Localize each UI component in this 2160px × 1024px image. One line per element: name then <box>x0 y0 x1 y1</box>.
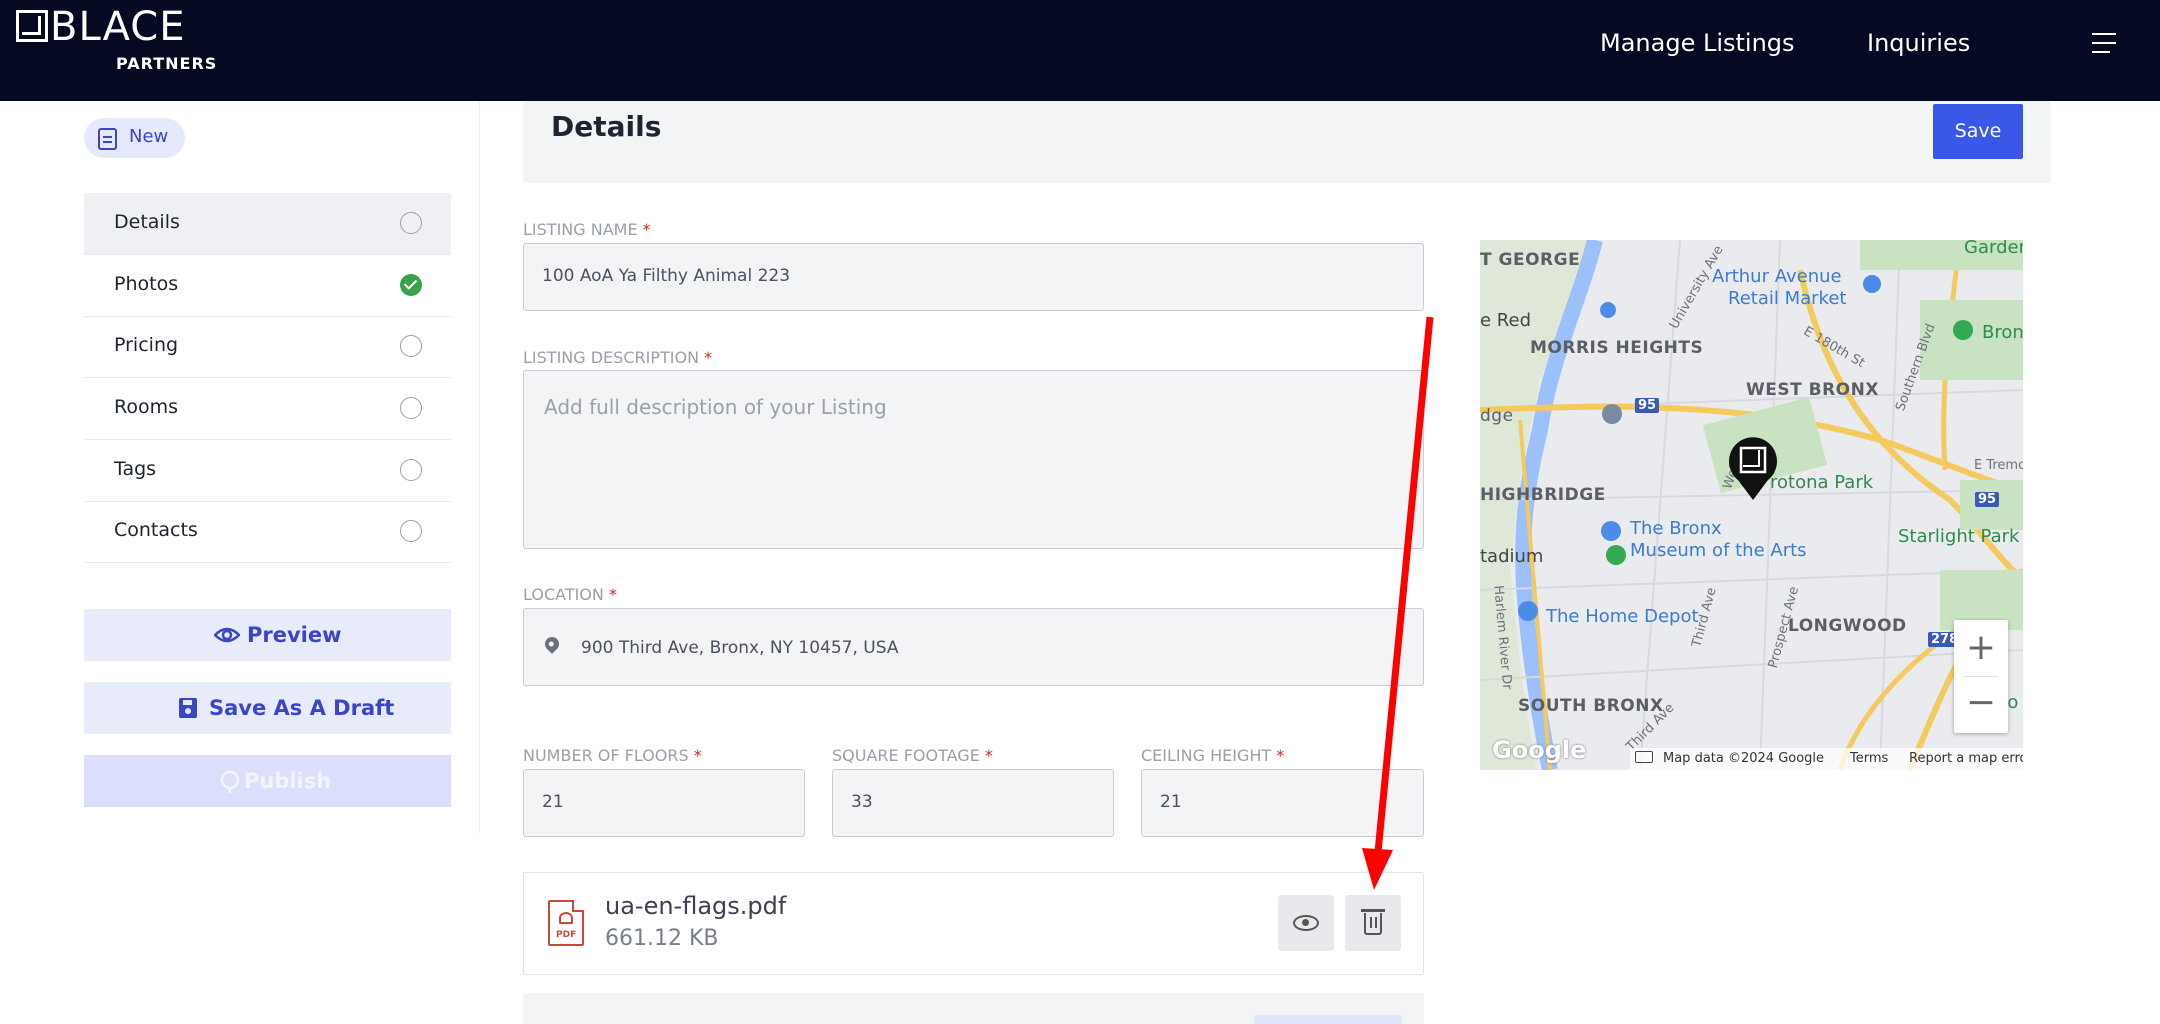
required-mark: * <box>984 746 993 765</box>
map-poi-icons <box>1518 275 1973 621</box>
empty-circle-icon <box>400 520 422 542</box>
step-label: Photos <box>114 273 179 295</box>
check-circle-icon <box>400 274 422 296</box>
empty-circle-icon <box>400 335 422 357</box>
ceiling-height-label: CEILING HEIGHT * <box>1141 746 1284 765</box>
publish-button[interactable]: Publish <box>84 755 451 807</box>
floppy-icon <box>179 698 197 718</box>
listing-name-input[interactable]: 100 AoA Ya Filthy Animal 223 <box>523 243 1424 311</box>
location-value: 900 Third Ave, Bronx, NY 10457, USA <box>581 638 899 658</box>
new-listing-button[interactable]: New <box>84 118 185 158</box>
google-logo: Google <box>1492 736 1587 764</box>
step-label: Pricing <box>114 334 179 356</box>
hamburger-icon[interactable] <box>2092 33 2116 53</box>
map-attribution: Map data ©2024 Google Terms Report a map… <box>1630 748 2023 770</box>
step-label: Rooms <box>114 396 179 418</box>
label-text: SQUARE FOOTAGE <box>832 746 980 765</box>
required-mark: * <box>608 585 617 604</box>
floors-label: NUMBER OF FLOORS * <box>523 746 702 765</box>
ceiling-height-input[interactable]: 21 <box>1141 769 1424 837</box>
file-size: 661.12 KB <box>605 926 719 951</box>
required-mark: * <box>693 746 702 765</box>
empty-circle-icon <box>400 397 422 419</box>
eye-icon <box>1293 915 1319 931</box>
listing-name-label: LISTING NAME * <box>523 220 651 239</box>
publish-label: Publish <box>244 769 332 793</box>
rocket-icon <box>220 770 240 793</box>
square-footage-label: SQUARE FOOTAGE * <box>832 746 993 765</box>
zoom-out-button[interactable]: − <box>1954 677 2008 733</box>
page-title: Details <box>551 110 662 143</box>
brand-subtitle: PARTNERS <box>116 54 218 73</box>
listing-description-placeholder: Add full description of your Listing <box>544 395 887 419</box>
trash-icon <box>1361 909 1385 935</box>
top-navbar: BLACE PARTNERS Manage Listings Inquiries <box>0 0 2160 101</box>
zoom-in-button[interactable]: + <box>1954 620 2008 676</box>
location-label: LOCATION * <box>523 585 617 604</box>
nav-manage-listings[interactable]: Manage Listings <box>1600 29 1795 57</box>
square-footage-value: 33 <box>851 792 873 812</box>
step-contacts[interactable]: Contacts <box>84 501 451 563</box>
new-button-label: New <box>129 126 169 147</box>
pdf-icon-text: PDF <box>556 930 577 940</box>
step-rooms[interactable]: Rooms <box>84 378 451 440</box>
required-mark: * <box>642 220 651 239</box>
step-tags[interactable]: Tags <box>84 440 451 502</box>
label-text: LISTING DESCRIPTION <box>523 348 700 367</box>
logo-mark-icon <box>16 10 48 42</box>
next-section-card <box>523 993 1424 1024</box>
step-label: Tags <box>114 458 157 480</box>
location-map[interactable]: T GEORGE Arthur Avenue Retail Market Gar… <box>1480 240 2023 770</box>
step-label: Details <box>114 211 180 233</box>
details-header: Details <box>523 101 2051 183</box>
new-document-icon <box>98 128 117 150</box>
nav-inquiries[interactable]: Inquiries <box>1867 29 1970 57</box>
eye-icon <box>214 627 240 643</box>
ceiling-height-value: 21 <box>1160 792 1182 812</box>
save-button[interactable]: Save <box>1933 104 2023 159</box>
pdf-file-icon: PDF <box>548 900 584 946</box>
label-text: NUMBER OF FLOORS <box>523 746 689 765</box>
required-mark: * <box>704 348 713 367</box>
save-draft-button[interactable]: Save As A Draft <box>84 682 451 734</box>
label-text: LOCATION <box>523 585 604 604</box>
step-list: Details Photos Pricing Rooms Tags Contac… <box>84 193 451 563</box>
view-file-button[interactable] <box>1278 895 1334 951</box>
floors-input[interactable]: 21 <box>523 769 805 837</box>
preview-button[interactable]: Preview <box>84 609 451 661</box>
step-pricing[interactable]: Pricing <box>84 316 451 378</box>
square-footage-input[interactable]: 33 <box>832 769 1114 837</box>
map-terms-link[interactable]: Terms <box>1850 751 1888 766</box>
required-mark: * <box>1276 746 1285 765</box>
delete-file-button[interactable] <box>1345 895 1401 951</box>
step-photos[interactable]: Photos <box>84 255 451 317</box>
report-map-error-link[interactable]: Report a map error <box>1909 751 2023 766</box>
label-text: LISTING NAME <box>523 220 638 239</box>
step-details[interactable]: Details <box>84 193 451 255</box>
map-marker-icon[interactable] <box>1726 436 1780 502</box>
keyboard-icon[interactable] <box>1635 751 1653 763</box>
brand-name: BLACE <box>50 4 186 50</box>
section-button[interactable] <box>1254 1015 1402 1024</box>
listing-name-value: 100 AoA Ya Filthy Animal 223 <box>542 266 791 286</box>
file-name: ua-en-flags.pdf <box>605 892 787 920</box>
location-pin-icon <box>542 634 562 654</box>
map-data-text: Map data ©2024 Google <box>1663 751 1825 766</box>
save-draft-label: Save As A Draft <box>209 696 395 720</box>
sidebar-divider <box>479 101 480 833</box>
label-text: CEILING HEIGHT <box>1141 746 1272 765</box>
preview-label: Preview <box>247 623 342 647</box>
save-label: Save <box>1954 120 2002 142</box>
uploaded-file-card: PDF ua-en-flags.pdf 661.12 KB <box>523 872 1424 975</box>
map-zoom-controls: + − <box>1954 620 2008 733</box>
listing-description-label: LISTING DESCRIPTION * <box>523 348 712 367</box>
listing-description-textarea[interactable]: Add full description of your Listing <box>523 370 1424 549</box>
floors-value: 21 <box>542 792 564 812</box>
step-label: Contacts <box>114 519 198 541</box>
location-input[interactable]: 900 Third Ave, Bronx, NY 10457, USA <box>523 608 1424 686</box>
empty-circle-icon <box>400 459 422 481</box>
empty-circle-icon <box>400 212 422 234</box>
